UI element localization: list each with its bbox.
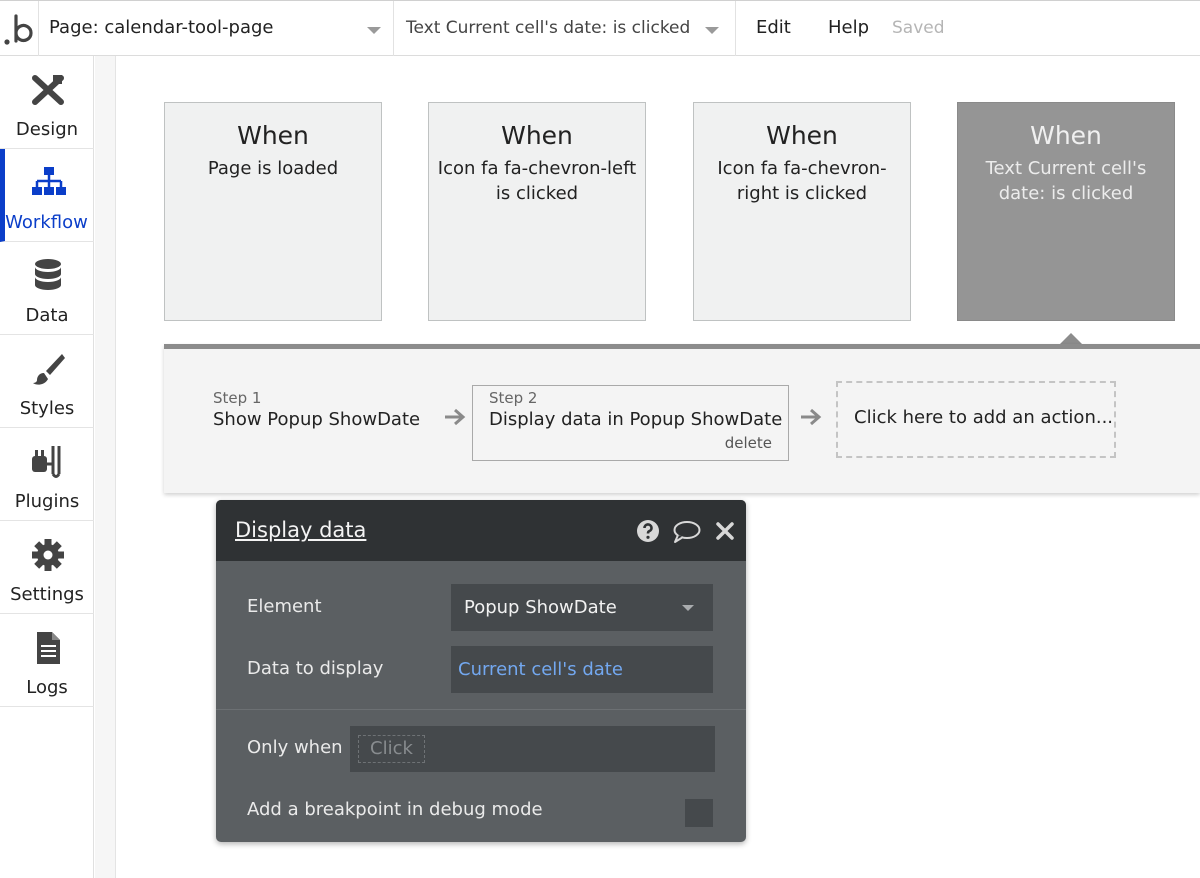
- sidebar-item-label: Settings: [10, 584, 84, 605]
- action-property-editor: Display data Element Popup ShowDate Data…: [216, 500, 746, 842]
- sidebar-item-settings[interactable]: Settings: [0, 521, 94, 614]
- event-when-label: When: [501, 121, 573, 150]
- divider: [216, 709, 746, 710]
- database-icon: [35, 259, 61, 290]
- sidebar-item-styles[interactable]: Styles: [0, 335, 94, 428]
- sidebar-item-data[interactable]: Data: [0, 242, 94, 335]
- event-when-label: When: [1030, 121, 1102, 150]
- editor-header: Display data: [216, 500, 746, 561]
- element-dropdown[interactable]: Popup ShowDate: [451, 584, 713, 631]
- document-icon: [37, 632, 60, 664]
- close-icon[interactable]: [715, 521, 735, 541]
- event-when-label: When: [237, 121, 309, 150]
- sidebar-item-label: Logs: [26, 677, 68, 698]
- design-icon: [32, 75, 64, 105]
- step-name: Display data in Popup ShowDate: [489, 409, 783, 430]
- event-selector[interactable]: Text Current cell's date: is clicked: [394, 1, 736, 56]
- bubble-logo-icon[interactable]: [4, 11, 36, 47]
- sidebar-item-label: Design: [15, 119, 79, 140]
- data-to-display-field[interactable]: Current cell's date: [451, 646, 713, 693]
- workflow-icon: [32, 167, 66, 195]
- sidebar-item-logs[interactable]: Logs: [0, 614, 94, 707]
- event-description: Text Current cell's date: is clicked: [985, 158, 1147, 204]
- element-label: Element: [247, 596, 322, 617]
- event-card-chevron-right[interactable]: When Icon fa fa-chevron-right is clicked: [693, 102, 911, 321]
- event-card-chevron-left[interactable]: When Icon fa fa-chevron-left is clicked: [428, 102, 646, 321]
- question-icon[interactable]: [636, 519, 660, 543]
- page-selector[interactable]: Page: calendar-tool-page: [38, 1, 394, 56]
- arrow-right-icon: [445, 408, 466, 426]
- step-name: Show Popup ShowDate: [213, 409, 421, 430]
- sidebar-item-plugins[interactable]: Plugins: [0, 428, 94, 521]
- only-when-placeholder[interactable]: Click: [358, 735, 425, 763]
- event-card-current-cell-date[interactable]: When Text Current cell's date: is clicke…: [957, 102, 1175, 321]
- sidebar-item-design[interactable]: Design: [0, 56, 94, 149]
- event-when-label: When: [766, 121, 838, 150]
- step-2-action[interactable]: Step 2 Display data in Popup ShowDate de…: [472, 385, 789, 461]
- save-status: Saved: [892, 18, 945, 38]
- data-to-display-value[interactable]: Current cell's date: [458, 659, 623, 680]
- arrow-right-icon: [801, 408, 822, 426]
- event-card-page-loaded[interactable]: When Page is loaded: [164, 102, 382, 321]
- page-selector-label: Page: calendar-tool-page: [49, 17, 274, 38]
- chevron-down-icon: [367, 27, 381, 34]
- event-description: Page is loaded: [207, 158, 339, 179]
- canvas-gutter: [95, 56, 116, 878]
- breakpoint-label: Add a breakpoint in debug mode: [247, 799, 543, 820]
- brush-icon: [33, 354, 65, 385]
- breakpoint-checkbox[interactable]: [685, 799, 713, 827]
- step-number: Step 1: [213, 389, 262, 407]
- sidebar-item-label: Data: [25, 305, 69, 326]
- step-number: Step 2: [489, 389, 538, 407]
- event-selector-label: Text Current cell's date: is clicked: [406, 18, 691, 38]
- sidebar-item-label: Workflow: [5, 212, 88, 233]
- only-when-label: Only when: [247, 737, 343, 758]
- sidebar-item-workflow[interactable]: Workflow: [0, 149, 94, 242]
- event-description: Icon fa fa-chevron-right is clicked: [717, 158, 887, 204]
- sidebar-item-label: Styles: [19, 398, 75, 419]
- add-action-button[interactable]: Click here to add an action...: [836, 381, 1116, 458]
- event-description: Icon fa fa-chevron-left is clicked: [437, 158, 637, 204]
- delete-step-link[interactable]: delete: [725, 434, 772, 452]
- sidebar: Design Workflow Data Styles Plugins Sett…: [0, 56, 94, 878]
- menu-help[interactable]: Help: [828, 17, 869, 38]
- data-to-display-label: Data to display: [247, 658, 384, 679]
- sidebar-item-label: Plugins: [14, 491, 80, 512]
- top-bar: Page: calendar-tool-page Text Current ce…: [0, 0, 1200, 56]
- gear-icon: [32, 539, 64, 571]
- element-dropdown-value: Popup ShowDate: [464, 597, 617, 618]
- comment-icon[interactable]: [672, 520, 702, 544]
- chevron-down-icon: [682, 605, 694, 611]
- chevron-down-icon: [705, 27, 719, 34]
- editor-title[interactable]: Display data: [235, 518, 366, 542]
- only-when-field[interactable]: Click: [350, 726, 715, 772]
- plug-icon: [32, 446, 61, 478]
- step-1-action[interactable]: Step 1 Show Popup ShowDate: [213, 389, 420, 430]
- menu-edit[interactable]: Edit: [756, 17, 791, 38]
